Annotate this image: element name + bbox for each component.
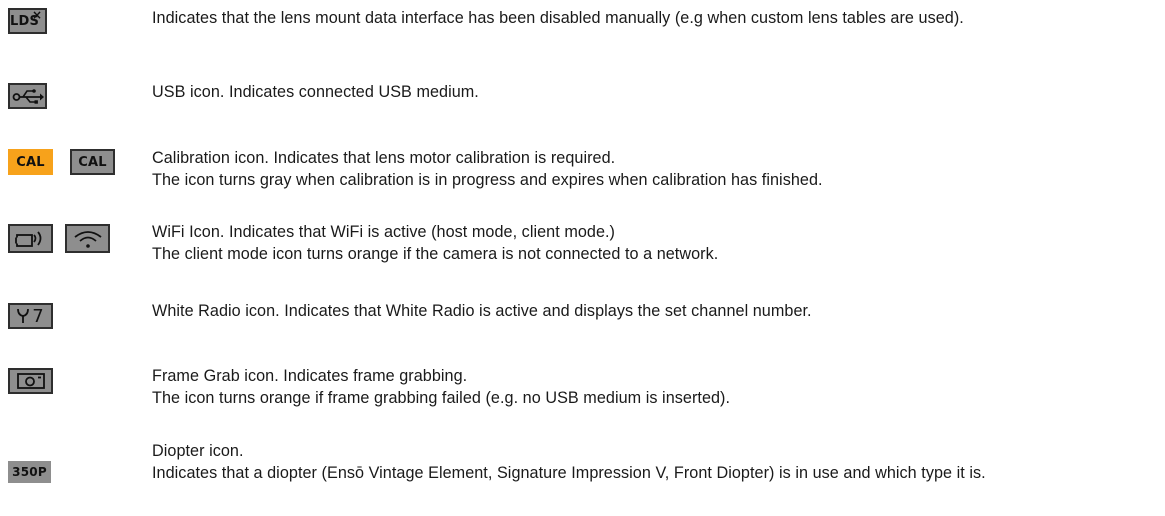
lds-disabled-icon: LDS ×	[8, 8, 47, 34]
calibration-description: Calibration icon. Indicates that lens mo…	[152, 149, 823, 189]
usb-icon	[8, 83, 47, 109]
white-radio-description: White Radio icon. Indicates that White R…	[152, 302, 812, 320]
white-radio-icon: 7	[8, 303, 53, 329]
frame-grab-icon	[8, 368, 53, 394]
usb-description: USB icon. Indicates connected USB medium…	[152, 83, 479, 101]
calibration-required-icon: CAL	[8, 149, 53, 175]
wifi-host-mode-icon	[8, 224, 53, 253]
wifi-description: WiFi Icon. Indicates that WiFi is active…	[152, 223, 719, 263]
wifi-client-mode-icon	[65, 224, 110, 253]
calibration-in-progress-icon: CAL	[70, 149, 115, 175]
diopter-description: Diopter icon. Indicates that a diopter (…	[152, 442, 986, 482]
diopter-icon: 350P	[8, 461, 51, 483]
frame-grab-description: Frame Grab icon. Indicates frame grabbin…	[152, 367, 731, 407]
lds-description: Indicates that the lens mount data inter…	[152, 9, 964, 27]
